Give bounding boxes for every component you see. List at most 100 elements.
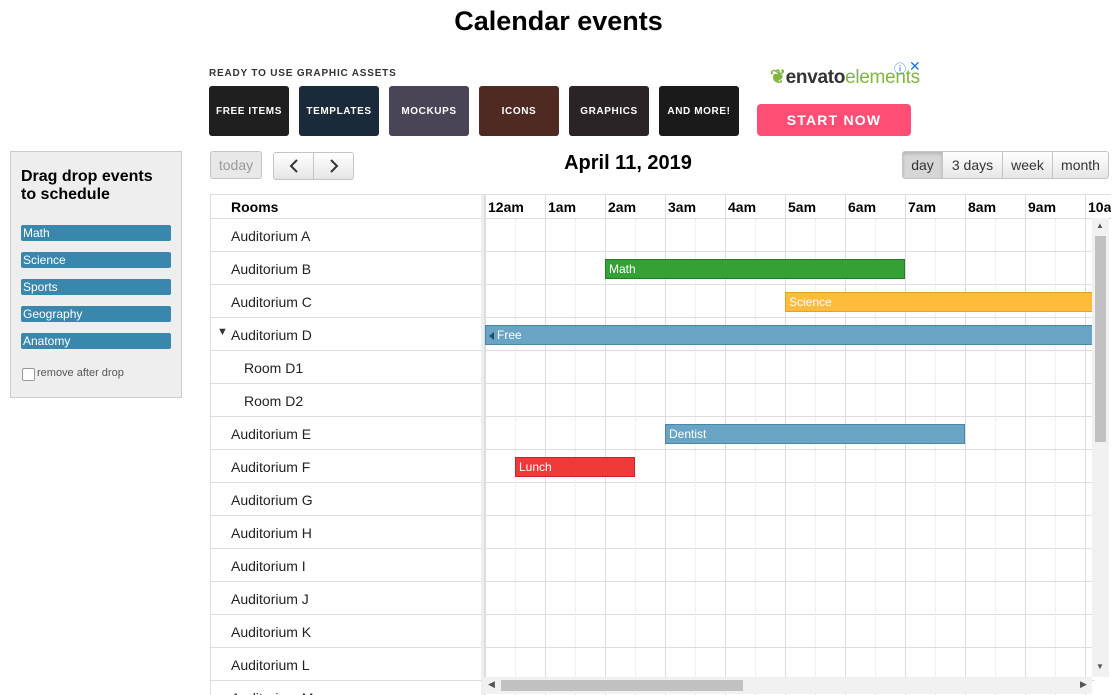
scroll-left-icon[interactable]: ◀	[488, 679, 495, 690]
ad-close-icon[interactable]: ✕	[909, 58, 921, 75]
external-event[interactable]: Geography	[21, 306, 171, 322]
page-title: Calendar events	[454, 6, 663, 36]
grid-line-minor	[935, 219, 936, 695]
time-slot-label: 12am	[488, 199, 524, 215]
ad-tile[interactable]: GRAPHICS	[569, 86, 649, 136]
resource-label: Auditorium K	[231, 624, 312, 640]
event-title: Free	[497, 328, 522, 342]
calendar-event[interactable]: Science	[785, 292, 1093, 312]
ad-info-icon[interactable]: ⓘ	[894, 60, 906, 77]
resource-row[interactable]: Auditorium A	[211, 219, 481, 252]
ad-tile[interactable]: FREE ITEMS	[209, 86, 289, 136]
envato-brand: envato	[785, 67, 846, 88]
resource-row[interactable]: Room D2	[211, 384, 481, 417]
grid-line-minor	[875, 219, 876, 695]
view-3days-button[interactable]: 3 days	[942, 151, 1003, 179]
resource-row[interactable]: Auditorium I	[211, 549, 481, 582]
grid-line	[485, 195, 486, 695]
view-week-button[interactable]: week	[1002, 151, 1053, 179]
grid-line-minor	[995, 219, 996, 695]
grid-row-line	[485, 482, 1095, 483]
time-slot-label: 9am	[1028, 199, 1057, 215]
grid-line-minor	[1055, 219, 1056, 695]
grid-row-line	[485, 614, 1095, 615]
grid-line	[905, 195, 906, 695]
event-title: Math	[609, 262, 636, 276]
resource-label: Auditorium C	[231, 294, 312, 310]
event-title: Lunch	[519, 460, 552, 474]
vertical-scrollbar[interactable]: ▲ ▼	[1092, 218, 1109, 677]
external-event[interactable]: Science	[21, 252, 171, 268]
resource-row[interactable]: Room D1	[211, 351, 481, 384]
ad-tile[interactable]: TEMPLATES	[299, 86, 379, 136]
remove-after-drop-label: remove after drop	[37, 367, 124, 379]
time-slot-label: 2am	[608, 199, 637, 215]
grid-line	[545, 195, 546, 695]
grid-row-line	[485, 284, 1095, 285]
external-event[interactable]: Math	[21, 225, 171, 241]
grid-line-minor	[635, 219, 636, 695]
grid-row-line	[485, 548, 1095, 549]
scroll-right-icon[interactable]: ▶	[1080, 679, 1087, 690]
grid-line-minor	[695, 219, 696, 695]
resource-row[interactable]: Auditorium J	[211, 582, 481, 615]
resource-row[interactable]: Auditorium L	[211, 648, 481, 681]
event-title: Science	[789, 295, 832, 309]
resource-label: Room D1	[244, 360, 304, 376]
calendar-event[interactable]: Math	[605, 259, 905, 279]
grid-row-line	[485, 515, 1095, 516]
scroll-up-icon[interactable]: ▲	[1096, 221, 1104, 230]
resource-column: Rooms Auditorium A Auditorium B Auditorium…	[211, 195, 482, 695]
grid-line-minor	[755, 219, 756, 695]
resource-label: Auditorium B	[231, 261, 312, 277]
resource-row[interactable]: Auditorium E	[211, 417, 481, 450]
ad-tile[interactable]: AND MORE!	[659, 86, 739, 136]
time-slot-label: 8am	[968, 199, 997, 215]
resource-row[interactable]: Auditorium H	[211, 516, 481, 549]
ad-heading: READY TO USE GRAPHIC ASSETS	[209, 68, 397, 79]
start-now-button[interactable]: START NOW	[757, 104, 911, 136]
grid-row-line	[485, 350, 1095, 351]
horizontal-scroll-thumb[interactable]	[501, 680, 743, 691]
time-slot-label: 1am	[548, 199, 577, 215]
resource-row[interactable]: ▼ Auditorium D	[211, 318, 481, 351]
timeline-area[interactable]: 12am 1am 2am 3am 4am 5am 6am 7am 8am 9am 10a Math S…	[485, 195, 1111, 695]
ad-tile[interactable]: MOCKUPS	[389, 86, 469, 136]
external-events-panel: Drag drop events to schedule Math Science…	[10, 151, 182, 398]
resource-row[interactable]: Auditorium G	[211, 483, 481, 516]
resource-label: Auditorium F	[231, 459, 311, 475]
grid-row-line	[485, 581, 1095, 582]
resource-label: Auditorium L	[231, 657, 310, 673]
resource-row[interactable]: Auditorium B	[211, 252, 481, 285]
event-title: Dentist	[669, 427, 707, 441]
external-event[interactable]: Sports	[21, 279, 171, 295]
resource-row[interactable]: Auditorium M	[211, 681, 481, 695]
time-slot-label: 6am	[848, 199, 877, 215]
time-slot-label: 5am	[788, 199, 817, 215]
view-day-button[interactable]: day	[902, 151, 943, 179]
resource-label: Auditorium I	[231, 558, 306, 574]
resource-row[interactable]: Auditorium C	[211, 285, 481, 318]
resource-row[interactable]: Auditorium F	[211, 450, 481, 483]
grid-line	[1085, 195, 1086, 695]
remove-after-drop-checkbox[interactable]	[22, 368, 35, 381]
expand-toggle-icon[interactable]: ▼	[217, 326, 228, 338]
view-month-button[interactable]: month	[1052, 151, 1109, 179]
grid-row-line	[485, 647, 1095, 648]
resource-row[interactable]: Auditorium K	[211, 615, 481, 648]
time-slot-label: 4am	[728, 199, 757, 215]
grid-row-line	[485, 251, 1095, 252]
resource-label: Auditorium D	[231, 327, 312, 343]
vertical-scroll-thumb[interactable]	[1095, 236, 1106, 442]
resource-label: Auditorium A	[231, 228, 311, 244]
leaf-icon: ❦	[770, 67, 786, 88]
calendar-event[interactable]: Lunch	[515, 457, 635, 477]
horizontal-scrollbar[interactable]: ◀ ▶	[484, 677, 1092, 694]
calendar-event[interactable]: Free	[485, 325, 1093, 345]
grid-row-line	[485, 449, 1095, 450]
calendar-event[interactable]: Dentist	[665, 424, 965, 444]
resource-label: Auditorium J	[231, 591, 309, 607]
external-event[interactable]: Anatomy	[21, 333, 171, 349]
ad-tile[interactable]: ICONS	[479, 86, 559, 136]
scroll-down-icon[interactable]: ▼	[1096, 662, 1104, 671]
